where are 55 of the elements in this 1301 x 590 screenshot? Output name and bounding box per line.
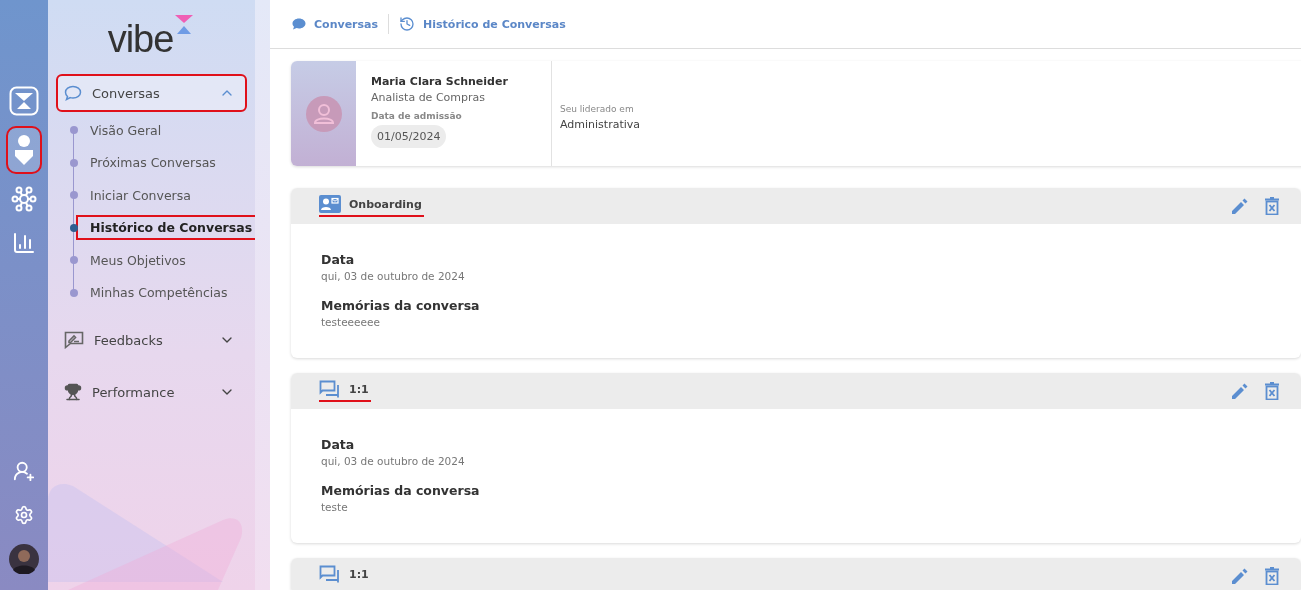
pencil-icon <box>1231 567 1249 585</box>
settings-icon[interactable] <box>14 505 34 525</box>
employee-name: Maria Clara Schneider <box>371 75 508 88</box>
chat-bubbles-icon <box>319 565 341 583</box>
breadcrumb-link[interactable]: Conversas <box>314 17 379 31</box>
ai-person-icon <box>14 134 34 166</box>
field-label: Memórias da conversa <box>321 298 481 313</box>
trophy-icon <box>64 383 82 401</box>
feedback-icon <box>64 331 84 349</box>
field-value: testeeeeee <box>321 316 381 328</box>
menu-item[interactable]: Visão Geral <box>78 119 165 141</box>
menu-item[interactable]: Iniciar Conversa <box>78 184 194 206</box>
field-label: Data <box>321 437 356 452</box>
pencil-icon <box>1231 382 1249 400</box>
field-label: Data de admissão <box>371 111 462 121</box>
date-chip: 01/05/2024 <box>371 125 447 148</box>
trash-icon <box>1265 197 1279 215</box>
add-user-icon[interactable] <box>13 460 35 482</box>
edit-button[interactable] <box>1231 197 1249 215</box>
field-value: qui, 03 de outubro de 2024 <box>321 455 466 467</box>
conversation-type: Onboarding <box>349 197 422 211</box>
conversation-type: 1:1 <box>349 567 369 581</box>
conversation-type: 1:1 <box>349 382 369 396</box>
field-label: Data <box>321 252 356 267</box>
speech-bubble-icon <box>292 18 306 30</box>
menu-item[interactable]: Minhas Competências <box>78 282 231 304</box>
employee-role: Analista de Compras <box>371 91 485 104</box>
menu-group[interactable]: Performance <box>58 375 245 409</box>
menu-item[interactable]: Histórico de Conversas <box>78 217 255 239</box>
edit-button[interactable] <box>1231 382 1249 400</box>
delete-button[interactable] <box>1265 197 1279 215</box>
edit-button[interactable] <box>1231 567 1249 585</box>
menu-item[interactable]: Meus Objetivos <box>78 249 189 271</box>
menu-group[interactable]: Feedbacks <box>58 323 245 357</box>
field-value: qui, 03 de outubro de 2024 <box>321 270 466 282</box>
contact-card-icon <box>319 195 341 213</box>
logo-text: vibe <box>107 20 174 58</box>
speech-bubble-icon <box>64 85 82 101</box>
delete-button[interactable] <box>1265 567 1279 585</box>
avatar[interactable] <box>9 544 39 574</box>
history-icon <box>399 16 416 32</box>
field-value: teste <box>321 501 349 513</box>
team-name: Administrativa <box>560 118 641 131</box>
chat-bubbles-icon <box>319 380 341 398</box>
delete-button[interactable] <box>1265 382 1279 400</box>
field-label: Seu liderado em <box>560 104 635 114</box>
trash-icon <box>1265 382 1279 400</box>
menu-item[interactable]: Próximas Conversas <box>78 152 219 174</box>
avatar-placeholder-icon <box>305 95 342 132</box>
breadcrumb-link[interactable]: Histórico de Conversas <box>423 17 566 31</box>
rail-tab[interactable] <box>8 128 40 172</box>
trash-icon <box>1265 567 1279 585</box>
field-label: Memórias da conversa <box>321 483 481 498</box>
menu-group[interactable]: Conversas <box>58 76 245 110</box>
pencil-icon <box>1231 197 1249 215</box>
